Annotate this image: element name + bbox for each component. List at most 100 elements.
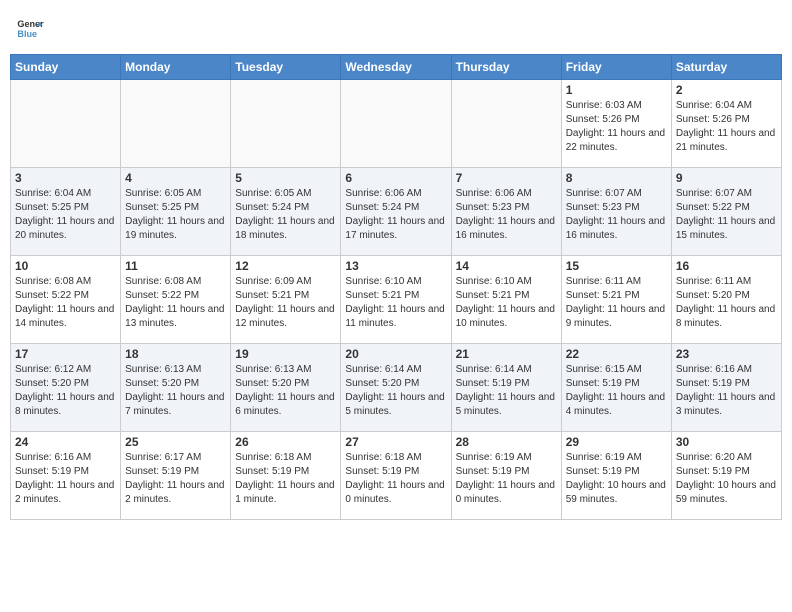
- day-info: Sunrise: 6:19 AM Sunset: 5:19 PM Dayligh…: [566, 451, 667, 507]
- day-number: 18: [125, 347, 226, 361]
- calendar-cell: [121, 80, 231, 168]
- calendar: SundayMondayTuesdayWednesdayThursdayFrid…: [10, 54, 782, 520]
- day-info: Sunrise: 6:04 AM Sunset: 5:25 PM Dayligh…: [15, 187, 116, 243]
- calendar-cell: 7 Sunrise: 6:06 AM Sunset: 5:23 PM Daylig…: [451, 168, 561, 256]
- calendar-cell: 18 Sunrise: 6:13 AM Sunset: 5:20 PM Dayli…: [121, 344, 231, 432]
- day-number: 17: [15, 347, 116, 361]
- day-number: 25: [125, 435, 226, 449]
- day-info: Sunrise: 6:19 AM Sunset: 5:19 PM Dayligh…: [456, 451, 557, 507]
- day-number: 29: [566, 435, 667, 449]
- calendar-cell: 19 Sunrise: 6:13 AM Sunset: 5:20 PM Dayli…: [231, 344, 341, 432]
- calendar-cell: 14 Sunrise: 6:10 AM Sunset: 5:21 PM Dayli…: [451, 256, 561, 344]
- day-number: 19: [235, 347, 336, 361]
- day-info: Sunrise: 6:10 AM Sunset: 5:21 PM Dayligh…: [456, 275, 557, 331]
- calendar-cell: 21Sunrise: 6:14 AM Sunset: 5:19 PM Dayli…: [451, 344, 561, 432]
- day-number: 26: [235, 435, 336, 449]
- calendar-cell: 16 Sunrise: 6:11 AM Sunset: 5:20 PM Dayli…: [671, 256, 781, 344]
- calendar-cell: 3 Sunrise: 6:04 AM Sunset: 5:25 PM Daylig…: [11, 168, 121, 256]
- day-number: 15: [566, 259, 667, 273]
- day-number: 27: [345, 435, 446, 449]
- day-number: 3: [15, 171, 116, 185]
- day-number: 20: [345, 347, 446, 361]
- day-number: 16: [676, 259, 777, 273]
- day-number: 7: [456, 171, 557, 185]
- day-info: Sunrise: 6:08 AM Sunset: 5:22 PM Dayligh…: [125, 275, 226, 331]
- day-number: 23: [676, 347, 777, 361]
- day-number: 9: [676, 171, 777, 185]
- calendar-cell: 17 Sunrise: 6:12 AM Sunset: 5:20 PM Dayli…: [11, 344, 121, 432]
- calendar-cell: 25 Sunrise: 6:17 AM Sunset: 5:19 PM Dayli…: [121, 432, 231, 520]
- logo: General Blue: [10, 10, 54, 50]
- calendar-cell: 23 Sunrise: 6:16 AM Sunset: 5:19 PM Dayli…: [671, 344, 781, 432]
- day-number: 13: [345, 259, 446, 273]
- calendar-cell: 2Sunrise: 6:04 AM Sunset: 5:26 PM Daylig…: [671, 80, 781, 168]
- calendar-week-1: 1 Sunrise: 6:03 AM Sunset: 5:26 PM Daylig…: [11, 80, 782, 168]
- calendar-cell: [11, 80, 121, 168]
- day-info: Sunrise: 6:16 AM Sunset: 5:19 PM Dayligh…: [15, 451, 116, 507]
- day-number: 30: [676, 435, 777, 449]
- day-number: 24: [15, 435, 116, 449]
- day-number: 8: [566, 171, 667, 185]
- day-info: Sunrise: 6:18 AM Sunset: 5:19 PM Dayligh…: [235, 451, 336, 507]
- day-number: 10: [15, 259, 116, 273]
- day-header-saturday: Saturday: [671, 55, 781, 80]
- calendar-week-2: 3 Sunrise: 6:04 AM Sunset: 5:25 PM Daylig…: [11, 168, 782, 256]
- day-info: Sunrise: 6:17 AM Sunset: 5:19 PM Dayligh…: [125, 451, 226, 507]
- day-info: Sunrise: 6:03 AM Sunset: 5:26 PM Dayligh…: [566, 99, 667, 155]
- day-number: 4: [125, 171, 226, 185]
- calendar-cell: 13Sunrise: 6:10 AM Sunset: 5:21 PM Dayli…: [341, 256, 451, 344]
- day-info: Sunrise: 6:11 AM Sunset: 5:20 PM Dayligh…: [676, 275, 777, 331]
- day-info: Sunrise: 6:06 AM Sunset: 5:23 PM Dayligh…: [456, 187, 557, 243]
- calendar-cell: 29 Sunrise: 6:19 AM Sunset: 5:19 PM Dayli…: [561, 432, 671, 520]
- calendar-cell: 8 Sunrise: 6:07 AM Sunset: 5:23 PM Daylig…: [561, 168, 671, 256]
- calendar-cell: 9 Sunrise: 6:07 AM Sunset: 5:22 PM Daylig…: [671, 168, 781, 256]
- calendar-cell: [341, 80, 451, 168]
- day-number: 28: [456, 435, 557, 449]
- day-header-monday: Monday: [121, 55, 231, 80]
- day-info: Sunrise: 6:07 AM Sunset: 5:23 PM Dayligh…: [566, 187, 667, 243]
- day-info: Sunrise: 6:15 AM Sunset: 5:19 PM Dayligh…: [566, 363, 667, 419]
- svg-text:Blue: Blue: [17, 29, 37, 39]
- day-number: 6: [345, 171, 446, 185]
- day-info: Sunrise: 6:05 AM Sunset: 5:24 PM Dayligh…: [235, 187, 336, 243]
- calendar-cell: 27Sunrise: 6:18 AM Sunset: 5:19 PM Dayli…: [341, 432, 451, 520]
- day-info: Sunrise: 6:09 AM Sunset: 5:21 PM Dayligh…: [235, 275, 336, 331]
- day-info: Sunrise: 6:13 AM Sunset: 5:20 PM Dayligh…: [235, 363, 336, 419]
- day-info: Sunrise: 6:13 AM Sunset: 5:20 PM Dayligh…: [125, 363, 226, 419]
- day-number: 1: [566, 83, 667, 97]
- day-info: Sunrise: 6:12 AM Sunset: 5:20 PM Dayligh…: [15, 363, 116, 419]
- day-header-wednesday: Wednesday: [341, 55, 451, 80]
- calendar-cell: 26 Sunrise: 6:18 AM Sunset: 5:19 PM Dayli…: [231, 432, 341, 520]
- day-info: Sunrise: 6:16 AM Sunset: 5:19 PM Dayligh…: [676, 363, 777, 419]
- calendar-cell: 4 Sunrise: 6:05 AM Sunset: 5:25 PM Daylig…: [121, 168, 231, 256]
- day-header-thursday: Thursday: [451, 55, 561, 80]
- day-header-tuesday: Tuesday: [231, 55, 341, 80]
- calendar-cell: 6Sunrise: 6:06 AM Sunset: 5:24 PM Daylig…: [341, 168, 451, 256]
- day-number: 22: [566, 347, 667, 361]
- calendar-cell: 11Sunrise: 6:08 AM Sunset: 5:22 PM Dayli…: [121, 256, 231, 344]
- calendar-cell: 12 Sunrise: 6:09 AM Sunset: 5:21 PM Dayli…: [231, 256, 341, 344]
- day-number: 12: [235, 259, 336, 273]
- day-number: 5: [235, 171, 336, 185]
- day-info: Sunrise: 6:14 AM Sunset: 5:20 PM Dayligh…: [345, 363, 446, 419]
- calendar-cell: 1 Sunrise: 6:03 AM Sunset: 5:26 PM Daylig…: [561, 80, 671, 168]
- calendar-cell: 28 Sunrise: 6:19 AM Sunset: 5:19 PM Dayli…: [451, 432, 561, 520]
- calendar-cell: 22 Sunrise: 6:15 AM Sunset: 5:19 PM Dayli…: [561, 344, 671, 432]
- calendar-cell: [231, 80, 341, 168]
- calendar-cell: 10Sunrise: 6:08 AM Sunset: 5:22 PM Dayli…: [11, 256, 121, 344]
- day-info: Sunrise: 6:20 AM Sunset: 5:19 PM Dayligh…: [676, 451, 777, 507]
- day-info: Sunrise: 6:14 AM Sunset: 5:19 PM Dayligh…: [456, 363, 557, 419]
- day-header-sunday: Sunday: [11, 55, 121, 80]
- day-info: Sunrise: 6:11 AM Sunset: 5:21 PM Dayligh…: [566, 275, 667, 331]
- calendar-week-3: 10 Sunrise: 6:08 AM Sunset: 5:22 PM Dayli…: [11, 256, 782, 344]
- calendar-cell: 24 Sunrise: 6:16 AM Sunset: 5:19 PM Dayli…: [11, 432, 121, 520]
- day-info: Sunrise: 6:05 AM Sunset: 5:25 PM Dayligh…: [125, 187, 226, 243]
- header: General Blue: [10, 10, 782, 50]
- calendar-week-4: 17 Sunrise: 6:12 AM Sunset: 5:20 PM Dayli…: [11, 344, 782, 432]
- logo-icon: General Blue: [16, 16, 44, 44]
- calendar-cell: 15 Sunrise: 6:11 AM Sunset: 5:21 PM Dayli…: [561, 256, 671, 344]
- day-info: Sunrise: 6:04 AM Sunset: 5:26 PM Dayligh…: [676, 99, 777, 155]
- day-number: 14: [456, 259, 557, 273]
- calendar-cell: 30 Sunrise: 6:20 AM Sunset: 5:19 PM Dayli…: [671, 432, 781, 520]
- day-info: Sunrise: 6:07 AM Sunset: 5:22 PM Dayligh…: [676, 187, 777, 243]
